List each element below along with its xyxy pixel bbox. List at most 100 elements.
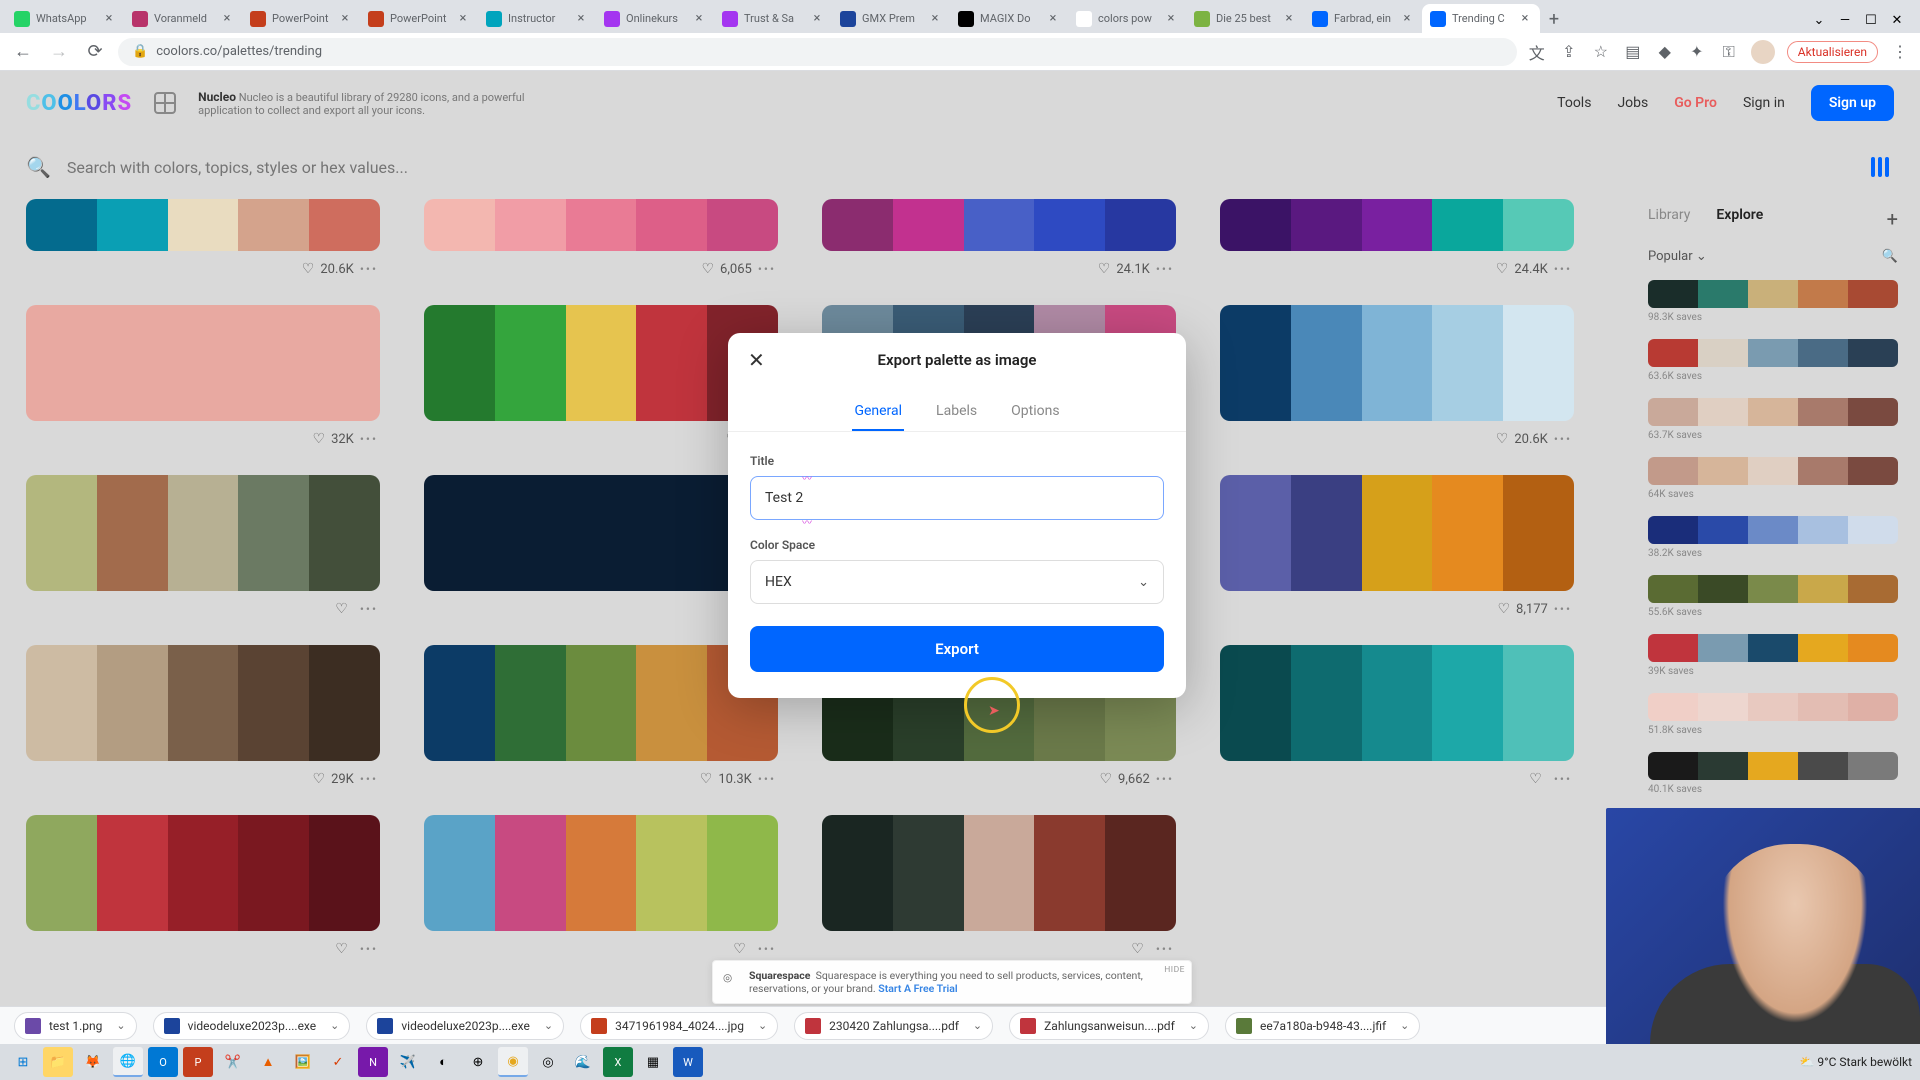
heart-icon[interactable]: ♡ bbox=[302, 261, 315, 277]
sidebar-palette[interactable]: 38.2K saves bbox=[1648, 516, 1898, 559]
tab-general[interactable]: General bbox=[852, 393, 904, 431]
tab-labels[interactable]: Labels bbox=[934, 393, 979, 431]
sidebar-palette[interactable]: 51.8K saves bbox=[1648, 693, 1898, 736]
chevron-down-icon[interactable]: ⌄ bbox=[758, 1019, 767, 1032]
chevron-down-icon[interactable]: ⌄ bbox=[116, 1019, 125, 1032]
ad-hide-button[interactable]: HIDE bbox=[1164, 965, 1185, 975]
tab-options[interactable]: Options bbox=[1009, 393, 1061, 431]
todo-icon[interactable]: ✓ bbox=[323, 1047, 353, 1077]
promo-banner[interactable]: Nucleo Nucleo is a beautiful library of … bbox=[198, 90, 578, 117]
photos-icon[interactable]: 🖼️ bbox=[288, 1047, 318, 1077]
edge-icon[interactable]: 🌊 bbox=[568, 1047, 598, 1077]
browser-tab[interactable]: Trust & Sa× bbox=[714, 4, 832, 33]
reader-icon[interactable]: ▤ bbox=[1623, 42, 1643, 62]
close-icon[interactable]: × bbox=[1400, 12, 1414, 26]
chevron-down-icon[interactable]: ⌄ bbox=[330, 1019, 339, 1032]
more-icon[interactable]: ••• bbox=[360, 262, 378, 276]
heart-icon[interactable]: ♡ bbox=[313, 431, 326, 447]
extensions-icon[interactable]: ◆ bbox=[1655, 42, 1675, 62]
palette-card[interactable]: ♡29K••• bbox=[26, 645, 380, 787]
new-tab-button[interactable]: + bbox=[1540, 5, 1568, 33]
sidebar-tab-library[interactable]: Library bbox=[1648, 207, 1690, 231]
download-item[interactable]: 230420 Zahlungsa....pdf⌄ bbox=[794, 1012, 993, 1040]
more-icon[interactable]: ••• bbox=[1156, 772, 1174, 786]
close-icon[interactable]: × bbox=[1046, 12, 1060, 26]
browser-tab[interactable]: PowerPoint× bbox=[242, 4, 360, 33]
explorer-icon[interactable]: 📁 bbox=[43, 1047, 73, 1077]
title-input[interactable] bbox=[750, 476, 1164, 520]
more-icon[interactable]: ••• bbox=[758, 942, 776, 956]
more-icon[interactable]: ••• bbox=[758, 772, 776, 786]
heart-icon[interactable]: ♡ bbox=[1131, 941, 1144, 957]
heart-icon[interactable]: ♡ bbox=[1496, 431, 1509, 447]
signup-button[interactable]: Sign up bbox=[1811, 85, 1894, 121]
close-icon[interactable]: × bbox=[810, 12, 824, 26]
back-button[interactable]: ← bbox=[10, 39, 36, 65]
download-item[interactable]: ee7a180a-b948-43....jfif⌄ bbox=[1225, 1012, 1420, 1040]
heart-icon[interactable]: ♡ bbox=[335, 941, 348, 957]
heart-icon[interactable]: ♡ bbox=[335, 601, 348, 617]
sidebar-palette[interactable]: 40.1K saves bbox=[1648, 752, 1898, 795]
browser-tab[interactable]: MAGIX Do× bbox=[950, 4, 1068, 33]
heart-icon[interactable]: ♡ bbox=[313, 771, 326, 787]
update-pill[interactable]: Aktualisieren bbox=[1787, 41, 1878, 63]
palette-card[interactable]: ♡24.1K••• bbox=[822, 199, 1176, 277]
grid-icon[interactable] bbox=[154, 92, 176, 114]
chevron-down-icon[interactable]: ⌄ bbox=[973, 1019, 982, 1032]
word-icon[interactable]: W bbox=[673, 1047, 703, 1077]
palette-card[interactable]: ♡ ••• bbox=[26, 815, 380, 957]
palette-card[interactable]: ♡10.3K••• bbox=[424, 645, 778, 787]
sidebar-palette[interactable]: 55.6K saves bbox=[1648, 575, 1898, 618]
powerpoint-icon[interactable]: P bbox=[183, 1047, 213, 1077]
close-icon[interactable]: × bbox=[102, 12, 116, 26]
browser-tab[interactable]: colors pow× bbox=[1068, 4, 1186, 33]
close-icon[interactable]: × bbox=[1164, 12, 1178, 26]
close-icon[interactable]: × bbox=[220, 12, 234, 26]
download-item[interactable]: videodeluxe2023p....exe⌄ bbox=[366, 1012, 564, 1040]
chevron-down-icon[interactable]: ⌄ bbox=[1189, 1019, 1198, 1032]
telegram-icon[interactable]: ✈️ bbox=[393, 1047, 423, 1077]
more-icon[interactable]: ••• bbox=[360, 602, 378, 616]
close-icon[interactable]: ✕ bbox=[748, 348, 765, 372]
browser-tab[interactable]: GMX Prem× bbox=[832, 4, 950, 33]
logo[interactable]: COOLORS bbox=[26, 91, 132, 116]
palette-card[interactable]: ♡ ••• bbox=[26, 475, 380, 617]
app-icon-4[interactable]: ▦ bbox=[638, 1047, 668, 1077]
close-icon[interactable]: × bbox=[338, 12, 352, 26]
browser-tab[interactable]: PowerPoint× bbox=[360, 4, 478, 33]
browser-tab[interactable]: Trending C× bbox=[1422, 4, 1540, 33]
palette-card[interactable]: ♡••• bbox=[424, 475, 778, 617]
nav-tools[interactable]: Tools bbox=[1557, 95, 1591, 111]
browser-tab[interactable]: Voranmeld× bbox=[124, 4, 242, 33]
reload-button[interactable]: ⟳ bbox=[82, 39, 108, 65]
palette-card[interactable]: ♡20.6K••• bbox=[26, 199, 380, 277]
translate-icon[interactable]: 文 bbox=[1527, 42, 1547, 62]
start-button[interactable]: ⊞ bbox=[8, 1047, 38, 1077]
filter-icon[interactable] bbox=[1866, 153, 1894, 181]
weather-widget[interactable]: ⛅ 9°C Stark bewölkt bbox=[1799, 1055, 1912, 1069]
nav-sign-in[interactable]: Sign in bbox=[1743, 95, 1785, 111]
chevron-down-icon[interactable]: ⌄ bbox=[544, 1019, 553, 1032]
add-icon[interactable]: + bbox=[1887, 207, 1898, 231]
colorspace-select[interactable]: HEX ⌄ bbox=[750, 560, 1164, 604]
more-icon[interactable]: ••• bbox=[360, 942, 378, 956]
app-icon-2[interactable]: ⊕ bbox=[463, 1047, 493, 1077]
more-icon[interactable]: ••• bbox=[758, 262, 776, 276]
close-icon[interactable]: × bbox=[692, 12, 706, 26]
url-input[interactable]: 🔒 coolors.co/palettes/trending bbox=[118, 38, 1517, 66]
chrome-icon[interactable]: 🌐 bbox=[113, 1047, 143, 1077]
download-item[interactable]: videodeluxe2023p....exe⌄ bbox=[153, 1012, 351, 1040]
puzzle-icon[interactable]: ✦ bbox=[1687, 42, 1707, 62]
browser-tab[interactable]: Farbrad, ein× bbox=[1304, 4, 1422, 33]
more-icon[interactable]: ••• bbox=[1156, 942, 1174, 956]
more-icon[interactable]: ••• bbox=[1554, 602, 1572, 616]
palette-card[interactable]: ♡ ••• bbox=[822, 815, 1176, 957]
palette-card[interactable]: ♡2••• bbox=[424, 305, 778, 447]
heart-icon[interactable]: ♡ bbox=[1496, 261, 1509, 277]
palette-card[interactable]: ♡••• bbox=[424, 815, 778, 957]
chevron-down-icon[interactable]: ⌄ bbox=[1806, 7, 1832, 33]
palette-card[interactable]: ♡24.4K••• bbox=[1220, 199, 1574, 277]
profile-avatar[interactable] bbox=[1751, 40, 1775, 64]
maximize-button[interactable]: ☐ bbox=[1858, 7, 1884, 33]
more-icon[interactable]: ••• bbox=[360, 772, 378, 786]
